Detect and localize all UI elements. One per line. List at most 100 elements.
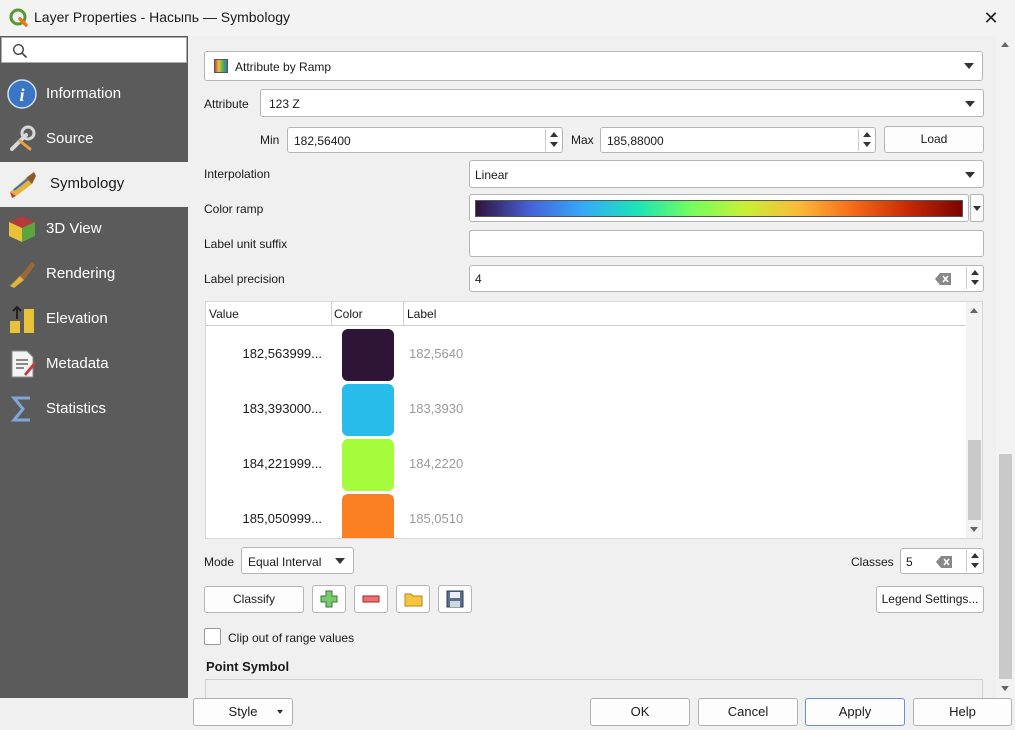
mode-value: Equal Interval — [248, 555, 322, 569]
sidebar-item-elevation[interactable]: Elevation — [0, 297, 188, 342]
symbology-icon — [10, 172, 36, 198]
renderer-value: Attribute by Ramp — [235, 60, 332, 74]
remove-class-button[interactable] — [354, 585, 388, 613]
row-value[interactable]: 183,393000... — [242, 401, 322, 416]
color-swatch[interactable] — [342, 384, 394, 436]
min-value: 182,56400 — [294, 134, 351, 148]
column-header-color[interactable]: Color — [334, 307, 363, 321]
scroll-up-icon[interactable] — [970, 308, 978, 313]
search-input[interactable] — [1, 37, 187, 63]
sidebar-item-label: Source — [46, 130, 94, 147]
table-header: Value Color Label — [206, 302, 966, 326]
cancel-button[interactable]: Cancel — [698, 698, 798, 726]
attribute-label: Attribute — [204, 97, 249, 111]
table-row[interactable]: 182,563999... 182,5640 — [206, 327, 966, 382]
classify-button[interactable]: Classify — [204, 586, 304, 613]
svg-text:i: i — [19, 85, 24, 105]
legend-settings-button[interactable]: Legend Settings... — [876, 586, 984, 613]
metadata-icon — [11, 350, 36, 378]
table-scrollbar[interactable] — [966, 302, 982, 538]
sidebar-item-3d-view[interactable]: 3D View — [0, 207, 188, 252]
table-row[interactable]: 185,050999... 185,0510 — [206, 492, 966, 538]
attribute-combo[interactable]: 123 Z — [260, 89, 984, 117]
window-title: Layer Properties - Насыпь — Symbology — [34, 9, 291, 25]
dialog-button-bar: Style OK Cancel Apply Help — [188, 698, 1015, 730]
row-value[interactable]: 184,221999... — [242, 456, 322, 471]
row-label[interactable]: 183,3930 — [409, 401, 463, 416]
attribute-value: 123 Z — [269, 97, 300, 111]
clear-icon[interactable] — [935, 273, 951, 285]
max-spinbox[interactable]: 185,88000 — [600, 127, 876, 153]
color-swatch[interactable] — [342, 439, 394, 491]
row-label[interactable]: 184,2220 — [409, 456, 463, 471]
color-swatch[interactable] — [342, 494, 394, 538]
row-value[interactable]: 182,563999... — [242, 346, 322, 361]
spin-buttons[interactable] — [966, 267, 982, 289]
plus-icon — [320, 590, 338, 608]
clip-checkbox[interactable] — [204, 628, 221, 645]
scroll-up-icon[interactable] — [1001, 42, 1009, 47]
add-class-button[interactable] — [312, 585, 346, 613]
sidebar: i Information Source Symbology 3D View R… — [0, 36, 188, 698]
sidebar-item-symbology[interactable]: Symbology — [0, 162, 188, 207]
scroll-down-icon[interactable] — [1001, 686, 1009, 691]
color-ramp-button[interactable] — [469, 194, 969, 222]
style-button[interactable]: Style — [193, 698, 293, 726]
classes-label: Classes — [851, 555, 894, 569]
label-unit-suffix-input[interactable] — [469, 230, 984, 257]
scroll-down-icon[interactable] — [970, 527, 978, 532]
interpolation-label: Interpolation — [204, 167, 271, 181]
color-ramp-preview — [475, 200, 963, 217]
chevron-down-icon — [965, 101, 975, 107]
save-style-button[interactable] — [438, 585, 472, 613]
column-header-value[interactable]: Value — [209, 307, 239, 321]
clear-icon[interactable] — [936, 556, 952, 568]
3d-view-icon — [9, 216, 35, 242]
interpolation-value: Linear — [475, 168, 509, 182]
chevron-down-icon — [335, 558, 345, 564]
spin-buttons[interactable] — [545, 129, 561, 151]
source-icon — [10, 125, 36, 151]
load-button[interactable]: Load — [884, 126, 984, 153]
symbology-panel: Attribute by Ramp Attribute 123 Z Min 18… — [188, 36, 1015, 698]
apply-button[interactable]: Apply — [805, 698, 905, 726]
table-row[interactable]: 184,221999... 184,2220 — [206, 437, 966, 492]
sidebar-item-statistics[interactable]: Statistics — [0, 387, 188, 432]
mode-combo[interactable]: Equal Interval — [241, 547, 354, 574]
scrollbar-thumb[interactable] — [968, 440, 981, 520]
min-spinbox[interactable]: 182,56400 — [287, 127, 563, 153]
row-value[interactable]: 185,050999... — [242, 511, 322, 526]
sidebar-item-label: 3D View — [46, 220, 102, 237]
color-ramp-label: Color ramp — [204, 202, 264, 216]
spin-buttons[interactable] — [858, 129, 874, 151]
spin-buttons[interactable] — [966, 550, 982, 572]
folder-icon — [404, 593, 423, 607]
classes-spinbox[interactable]: 5 — [900, 548, 984, 574]
max-label: Max — [571, 133, 594, 147]
sidebar-item-rendering[interactable]: Rendering — [0, 252, 188, 297]
column-header-label[interactable]: Label — [407, 307, 436, 321]
interpolation-combo[interactable]: Linear — [469, 160, 984, 188]
scrollbar-thumb[interactable] — [999, 454, 1012, 679]
sidebar-item-source[interactable]: Source — [0, 117, 188, 162]
color-ramp-menu-button[interactable] — [970, 194, 984, 222]
ok-button[interactable]: OK — [590, 698, 690, 726]
chevron-down-icon — [964, 63, 974, 69]
mode-label: Mode — [204, 555, 235, 569]
help-button[interactable]: Help — [913, 698, 1012, 726]
table-row[interactable]: 183,393000... 183,3930 — [206, 382, 966, 437]
row-label[interactable]: 182,5640 — [409, 346, 463, 361]
close-icon[interactable]: ✕ — [977, 4, 1005, 32]
sidebar-item-metadata[interactable]: Metadata — [0, 342, 188, 387]
renderer-combo[interactable]: Attribute by Ramp — [204, 51, 983, 81]
row-label[interactable]: 185,0510 — [409, 511, 463, 526]
panel-scrollbar[interactable] — [996, 36, 1015, 698]
load-style-button[interactable] — [396, 585, 430, 613]
color-swatch[interactable] — [342, 329, 394, 381]
sidebar-item-information[interactable]: i Information — [0, 72, 188, 117]
elevation-icon — [10, 305, 34, 333]
label-precision-spinbox[interactable]: 4 — [469, 265, 984, 292]
sidebar-item-label: Information — [46, 85, 122, 102]
minus-icon — [362, 595, 380, 603]
classes-table[interactable]: Value Color Label 182,563999... 182,5640… — [205, 301, 983, 539]
